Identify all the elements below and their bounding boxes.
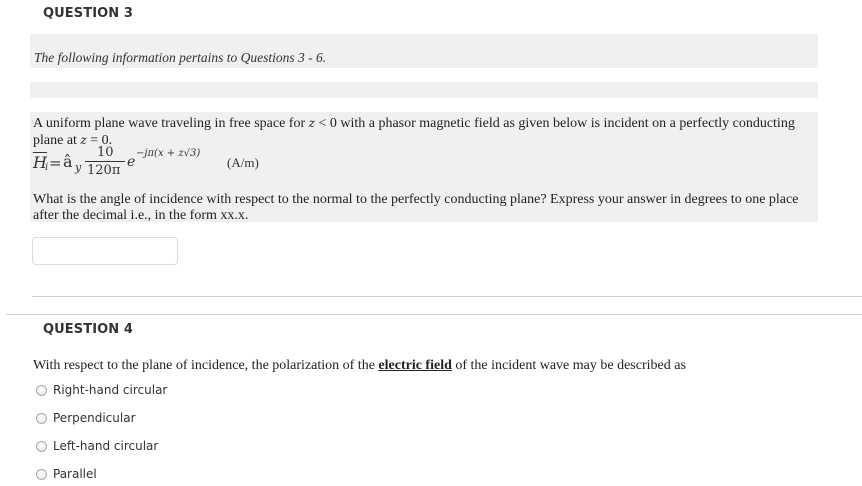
eq-numerator: 10 — [97, 145, 114, 160]
eq-h-subscript: i — [45, 162, 49, 173]
option-label: Left-hand circular — [53, 439, 159, 453]
eq-equals: = — [49, 154, 62, 172]
option-label: Perpendicular — [53, 411, 136, 425]
eq-unit-vector: â — [63, 152, 73, 171]
question-divider-outer — [6, 314, 862, 315]
magnetic-field-equation: H i = â y 10 120π e −jπ(x + z√3) (A/m) — [33, 145, 533, 183]
question-divider-inner — [32, 296, 862, 297]
answer-input[interactable] — [32, 237, 178, 265]
question-3-text-line-2: plane at z = 0. — [33, 132, 813, 149]
q3-text-part: plane at — [33, 133, 81, 148]
radio-button[interactable] — [36, 440, 47, 452]
q4-text-part: With respect to the plane of incidence, … — [33, 358, 379, 373]
question-3-text-line-1: A uniform plane wave traveling in free s… — [33, 115, 813, 132]
radio-button[interactable] — [36, 384, 47, 396]
q3-text-part: < 0 with a phasor magnetic field as give… — [314, 116, 795, 131]
option-right-hand-circular[interactable]: Right-hand circular — [36, 382, 167, 398]
eq-exponent: −jπ(x + z√3) — [136, 148, 201, 159]
eq-denominator: 120π — [87, 163, 121, 178]
eq-unit: (A/m) — [227, 155, 259, 170]
q4-text-part: of the incident wave may be described as — [451, 358, 686, 373]
eq-exponential-base: e — [127, 154, 136, 170]
option-label: Right-hand circular — [53, 383, 168, 397]
question-4-text: With respect to the plane of incidence, … — [33, 357, 813, 374]
option-label: Parallel — [53, 467, 97, 481]
question-4-heading: QUESTION 4 — [43, 322, 134, 337]
option-left-hand-circular[interactable]: Left-hand circular — [36, 438, 158, 454]
question-3-prompt-line-2: after the decimal i.e., in the form xx.x… — [33, 208, 249, 223]
radio-button[interactable] — [36, 468, 47, 480]
q3-text-part: A uniform plane wave traveling in free s… — [33, 116, 309, 131]
option-parallel[interactable]: Parallel — [36, 466, 97, 482]
eq-unit-vector-subscript: y — [75, 161, 82, 174]
electric-field-emphasis: electric field — [378, 358, 452, 373]
option-perpendicular[interactable]: Perpendicular — [36, 410, 136, 426]
spacer-band — [30, 82, 818, 98]
eq-fraction-bar — [85, 161, 125, 162]
intro-text: The following information pertains to Qu… — [34, 50, 327, 65]
radio-button[interactable] — [36, 412, 47, 424]
question-3-heading: QUESTION 3 — [43, 6, 134, 21]
question-3-prompt-line-1: What is the angle of incidence with resp… — [33, 192, 799, 207]
